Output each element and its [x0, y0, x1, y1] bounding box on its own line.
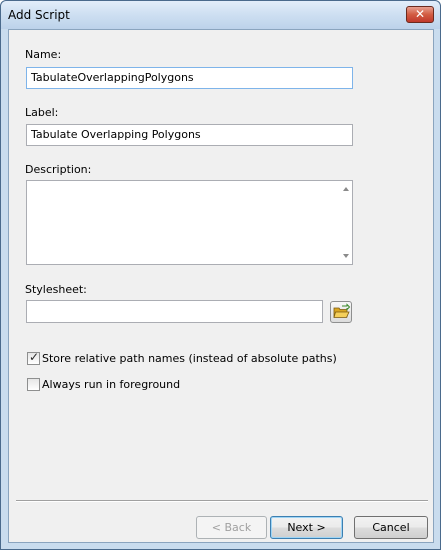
description-textarea[interactable]: [26, 180, 353, 265]
back-button[interactable]: < Back: [196, 516, 267, 539]
label-input[interactable]: Tabulate Overlapping Polygons: [26, 124, 353, 146]
store-relative-checkbox[interactable]: ✓: [27, 350, 40, 365]
scroll-down-icon[interactable]: [343, 254, 349, 258]
name-label: Name:: [25, 48, 62, 61]
scroll-up-icon[interactable]: [343, 187, 349, 191]
next-button[interactable]: Next >: [270, 516, 343, 539]
always-foreground-label[interactable]: Always run in foreground: [42, 378, 180, 391]
close-icon: ✕: [414, 7, 426, 21]
title-bar[interactable]: Add Script ✕: [1, 1, 440, 29]
close-button[interactable]: ✕: [406, 6, 434, 23]
folder-open-icon: [333, 303, 351, 318]
dialog-body: Name: TabulateOverlappingPolygons Label:…: [8, 29, 434, 543]
add-script-dialog: Add Script ✕ Name: TabulateOverlappingPo…: [0, 0, 441, 550]
window-title: Add Script: [8, 8, 70, 22]
store-relative-label[interactable]: Store relative path names (instead of ab…: [42, 352, 337, 365]
name-input[interactable]: TabulateOverlappingPolygons: [26, 67, 353, 89]
description-label: Description:: [25, 163, 92, 176]
stylesheet-label: Stylesheet:: [25, 283, 87, 296]
label-value: Tabulate Overlapping Polygons: [31, 128, 201, 141]
always-foreground-checkbox[interactable]: [27, 378, 40, 391]
checkmark-icon: ✓: [29, 350, 40, 364]
stylesheet-input[interactable]: [26, 300, 323, 323]
footer-separator: [16, 500, 428, 502]
label-label: Label:: [25, 106, 59, 119]
cancel-button[interactable]: Cancel: [354, 516, 428, 539]
name-value: TabulateOverlappingPolygons: [31, 71, 194, 84]
browse-button[interactable]: [330, 301, 352, 323]
